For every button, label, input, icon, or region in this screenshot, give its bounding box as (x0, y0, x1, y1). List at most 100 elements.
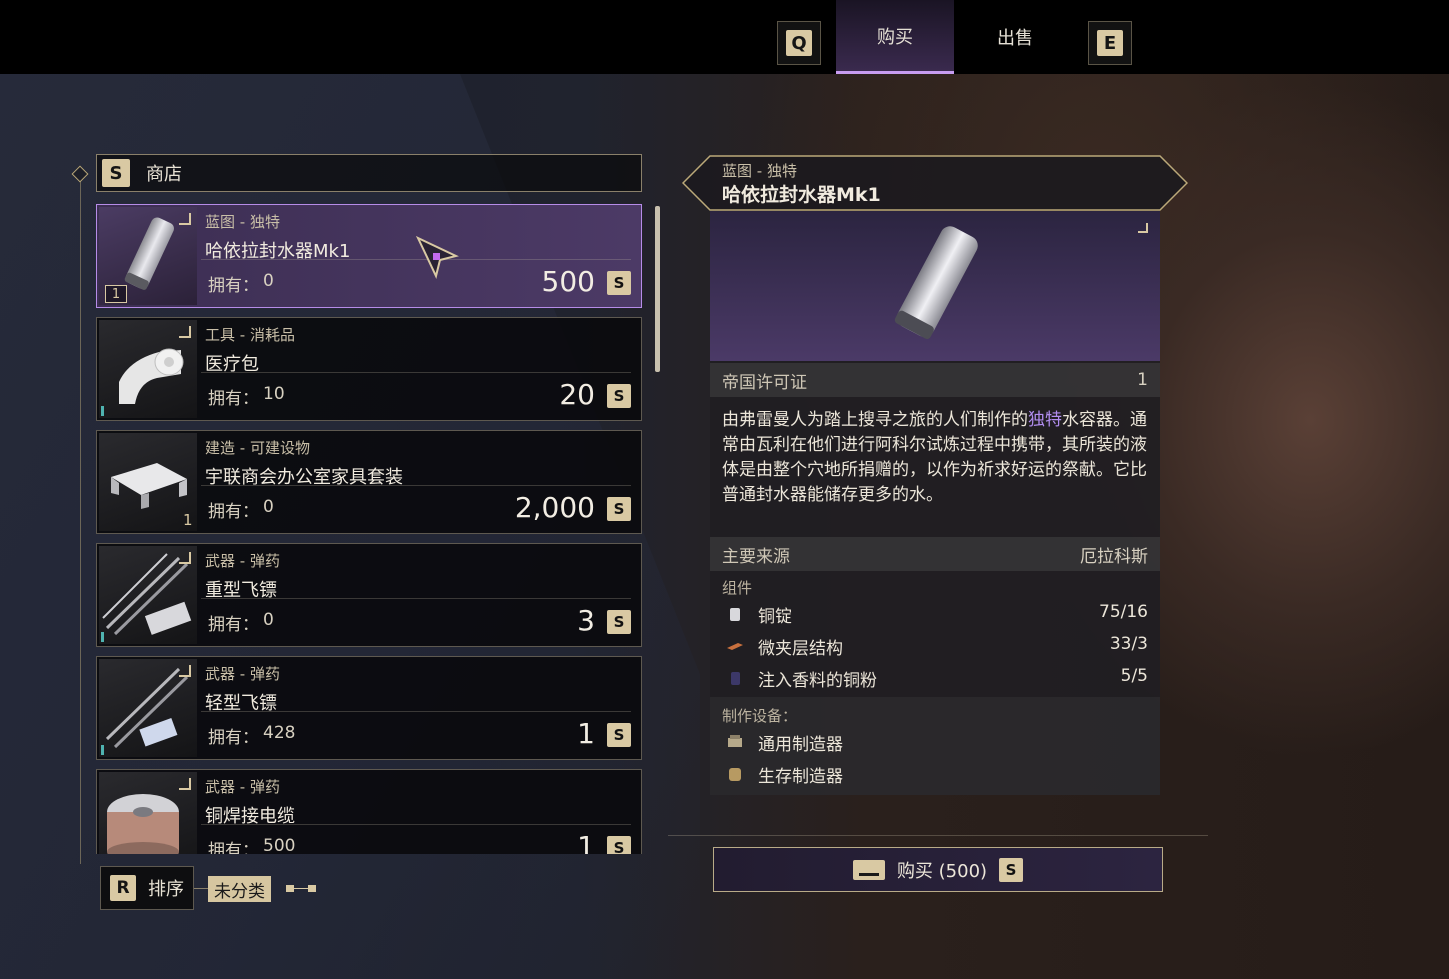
item-divider (201, 824, 631, 825)
item-divider (201, 485, 631, 486)
owned-value: 500 (263, 836, 296, 854)
r-key-label: R (110, 875, 136, 901)
buy-button-label: 购买 (500) (896, 860, 988, 882)
list-item[interactable]: 1 蓝图 - 独特 哈依拉封水器Mk1 拥有： 0 500 S (96, 204, 642, 308)
item-price: 500 (541, 265, 595, 298)
list-item[interactable]: 1 建造 - 可建设物 宇联商会办公室家具套装 拥有： 0 2,000 S (96, 430, 642, 534)
next-tab-key[interactable]: E (1088, 21, 1132, 65)
crafting-row: 通用制造器 (710, 727, 1160, 757)
water-container-icon (894, 226, 978, 340)
consumable-icon (179, 326, 191, 338)
component-name: 注入香料的铜粉 (758, 671, 877, 691)
owned-label: 拥有： (208, 389, 259, 409)
solari-icon: S (102, 159, 130, 187)
sort-label: 排序 (148, 879, 184, 900)
tab-buy-label: 购买 (877, 26, 913, 48)
crafting-row: 生存制造器 (710, 759, 1160, 789)
q-key-label: Q (786, 30, 812, 56)
solari-icon: S (607, 610, 631, 634)
item-divider (201, 711, 631, 712)
list-item[interactable]: 工具 - 消耗品 医疗包 拥有： 10 20 S (96, 317, 642, 421)
item-category: 武器 - 弹药 (205, 552, 280, 570)
tab-sell[interactable]: 出售 (956, 0, 1074, 74)
buy-button[interactable]: 购买 (500) S (713, 847, 1163, 892)
solari-icon: S (999, 857, 1024, 882)
component-row: 注入香料的铜粉 5/5 (710, 663, 1160, 693)
rarity-marker (101, 632, 104, 642)
solari-icon: S (607, 836, 631, 854)
survival-fabricator-icon (729, 768, 741, 781)
rarity-marker (101, 406, 104, 416)
components-label: 组件 (722, 579, 753, 597)
bookmark-icon (179, 213, 191, 225)
item-divider (201, 372, 631, 373)
component-row: 铜锭 75/16 (710, 599, 1160, 629)
permit-label: 帝国许可证 (722, 372, 807, 393)
item-category: 工具 - 消耗品 (205, 326, 295, 344)
component-row: 微夹层结构 33/3 (710, 631, 1160, 661)
item-list[interactable]: 1 蓝图 - 独特 哈依拉封水器Mk1 拥有： 0 500 S 工具 - 消耗品… (96, 204, 644, 854)
sort-button[interactable]: R 排序 (100, 866, 194, 910)
top-bar: Q 购买 出售 E (0, 0, 1449, 74)
item-category: 建造 - 可建设物 (205, 439, 310, 457)
list-item[interactable]: 武器 - 弹药 铜焊接电缆 拥有： 500 1 S (96, 769, 642, 854)
owned-value: 10 (263, 384, 285, 404)
item-category: 蓝图 - 独特 (205, 213, 280, 231)
owned-value: 428 (263, 723, 296, 743)
cursor-icon (416, 236, 459, 279)
spacebar-key-icon (852, 859, 885, 880)
item-thumbnail: 1 (99, 433, 197, 531)
sort-category-chip[interactable]: 未分类 (208, 876, 271, 902)
shop-title: 商店 (146, 164, 182, 185)
rarity-marker (101, 745, 104, 755)
list-item[interactable]: 武器 - 弹药 重型飞镖 拥有： 0 3 S (96, 543, 642, 647)
crafting-station-name: 生存制造器 (758, 767, 843, 787)
item-price: 1 (577, 717, 595, 750)
prev-tab-key[interactable]: Q (777, 21, 821, 65)
owned-value: 0 (263, 497, 274, 517)
item-divider (201, 598, 631, 599)
shop-header: S 商店 (96, 154, 642, 192)
e-key-label: E (1097, 30, 1123, 56)
blueprint-badge: 1 (105, 285, 127, 303)
list-item[interactable]: 武器 - 弹药 轻型飞镖 拥有： 428 1 S (96, 656, 642, 760)
item-price: 3 (577, 604, 595, 637)
item-description: 由弗雷曼人为踏上搜寻之旅的人们制作的独特水容器。通常由瓦利在他们进行阿科尔试炼过… (722, 408, 1150, 508)
solari-icon: S (607, 723, 631, 747)
bookmark-icon (179, 778, 191, 790)
owned-value: 0 (263, 271, 274, 291)
plate-icon (727, 643, 743, 650)
tab-sell-label: 出售 (997, 28, 1033, 49)
source-label: 主要来源 (722, 546, 790, 567)
solari-icon: S (607, 497, 631, 521)
detail-body: 帝国许可证 1 由弗雷曼人为踏上搜寻之旅的人们制作的独特水容器。通常由瓦利在他们… (710, 361, 1160, 795)
list-scrollbar[interactable] (655, 206, 660, 372)
powder-icon (731, 672, 740, 685)
tab-buy[interactable]: 购买 (836, 0, 954, 74)
owned-label: 拥有： (208, 841, 259, 854)
owned-label: 拥有： (208, 728, 259, 748)
sort-pips-icon (286, 885, 316, 892)
crafting-station-name: 通用制造器 (758, 735, 843, 755)
sort-connector (194, 888, 208, 889)
fabricator-icon (728, 735, 742, 747)
detail-title: 哈依拉封水器Mk1 (722, 184, 881, 206)
source-row: 主要来源 厄拉科斯 (710, 537, 1160, 571)
owned-label: 拥有： (208, 276, 259, 296)
detail-category: 蓝图 - 独特 (722, 162, 797, 180)
owned-label: 拥有： (208, 615, 259, 635)
component-name: 铜锭 (758, 607, 792, 627)
component-qty: 5/5 (1120, 666, 1148, 686)
permit-row: 帝国许可证 1 (710, 363, 1160, 397)
bookmark-icon (179, 552, 191, 564)
component-qty: 33/3 (1109, 634, 1148, 654)
consumable-icon (179, 665, 191, 677)
detail-image (710, 211, 1160, 361)
ingot-icon (730, 608, 740, 621)
owned-value: 0 (263, 610, 274, 630)
description-text: 由弗雷曼人为踏上搜寻之旅的人们制作的 (722, 410, 1028, 430)
item-category: 武器 - 弹药 (205, 665, 280, 683)
owned-label: 拥有： (208, 502, 259, 522)
list-rail (80, 174, 81, 864)
item-category: 武器 - 弹药 (205, 778, 280, 796)
